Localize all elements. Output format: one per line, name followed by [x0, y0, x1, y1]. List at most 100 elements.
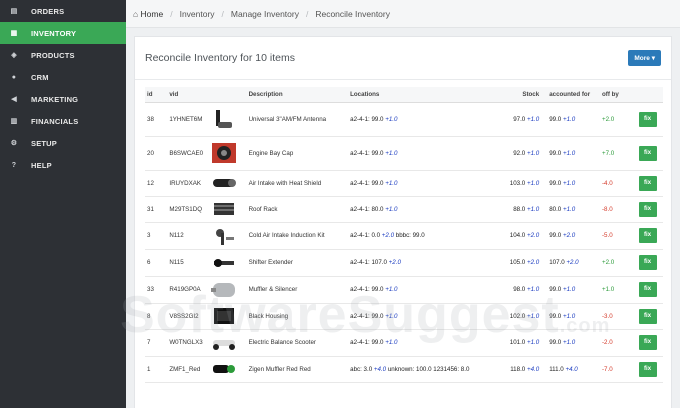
cell-image: [207, 249, 247, 277]
sidebar-item-products[interactable]: ◈ PRODUCTS: [0, 44, 126, 66]
more-button[interactable]: More ▾: [628, 50, 661, 66]
accounted-increment: +4.0: [565, 365, 578, 373]
fix-button[interactable]: fix: [638, 308, 657, 324]
app: ▤ ORDERS ▦ INVENTORY ◈ PRODUCTS ● CRM ◀ MARKETING…: [0, 0, 680, 408]
location-increment: +1.0: [385, 205, 398, 213]
cell-id: 6: [145, 249, 168, 277]
breadcrumb-separator: /: [170, 8, 173, 19]
col-id: id: [145, 87, 168, 103]
accounted-increment: +2.0: [562, 232, 576, 239]
table-row: 12 IRUYDXAK Air Intake with Heat Shield a2-…: [145, 170, 663, 197]
sidebar-item-inventory[interactable]: ▦ INVENTORY: [0, 22, 126, 44]
cell-image: [207, 136, 247, 171]
sidebar-item-setup[interactable]: ⚙ SETUP: [0, 132, 126, 154]
location-value: a2-4-1: 99.0: [350, 286, 384, 293]
cell-accounted-for: 107.0 +2.0: [547, 249, 600, 277]
location-extra: unknown: 100.0 1231456: 8.0: [387, 365, 470, 373]
cell-locations: a2-4-1: 107.0 +2.0: [348, 249, 487, 277]
accounted-value: 99.0: [549, 339, 562, 346]
cell-accounted-for: 99.0 +1.0: [547, 170, 600, 197]
stock-value: 98.0: [513, 286, 526, 293]
cell-locations: a2-4-1: 99.0 +1.0: [348, 276, 487, 304]
sidebar-item-financials[interactable]: ▥ FINANCIALS: [0, 110, 126, 132]
cell-stock: 105.0 +2.0: [486, 249, 548, 277]
cell-stock: 98.0 +1.0: [486, 276, 548, 304]
location-value: a2-4-1: 99.0: [350, 312, 384, 320]
sidebar: ▤ ORDERS ▦ INVENTORY ◈ PRODUCTS ● CRM ◀ MARKETING…: [0, 0, 126, 408]
cell-stock: 101.0 +1.0: [486, 329, 548, 357]
location-increment: +1.0: [385, 179, 398, 187]
reconcile-table: id vid Description Locations Stock accou…: [145, 87, 663, 383]
location-increment: +4.0: [373, 365, 387, 373]
cell-locations: a2-4-1: 99.0 +1.0: [348, 102, 487, 137]
cell-description: Air Intake with Heat Shield: [246, 170, 349, 197]
cell-image: [207, 196, 247, 223]
cell-image: [207, 170, 247, 197]
table-row: 8 V8SS2GI2 Black Housing a2-4-1: 99.0 +1.0 …: [145, 303, 663, 330]
breadcrumb-manage-inventory[interactable]: Manage Inventory: [231, 9, 299, 19]
cell-vid: W0TNGLX3: [167, 329, 208, 357]
stock-value: 88.0: [513, 205, 526, 213]
cell-accounted-for: 99.0 +1.0: [547, 329, 600, 357]
main-area: ⌂ Home / Inventory / Manage Inventory / …: [126, 0, 680, 408]
breadcrumb-separator: /: [221, 8, 224, 19]
breadcrumb-inventory[interactable]: Inventory: [180, 9, 215, 19]
fix-button[interactable]: fix: [638, 282, 657, 297]
cell-stock: 92.0 +1.0: [486, 136, 548, 171]
fix-button[interactable]: fix: [638, 228, 657, 243]
location-value: a2-4-1: 99.0: [350, 339, 384, 346]
cell-description: Black Housing: [246, 303, 349, 330]
accounted-increment: +1.0: [562, 205, 576, 213]
cell-vid: V8SS2GI2: [167, 303, 208, 330]
cell-description: Universal 3"AM/FM Antenna: [246, 102, 349, 137]
accounted-increment: +1.0: [562, 115, 576, 123]
product-thumbnail: [212, 365, 235, 373]
bullhorn-icon: ◀: [11, 96, 17, 103]
stock-value: 92.0: [513, 149, 526, 157]
page-title: Reconcile Inventory for 10 items: [145, 52, 295, 64]
breadcrumb-home[interactable]: Home: [141, 9, 164, 19]
fix-button[interactable]: fix: [638, 335, 657, 350]
stock-value: 105.0: [509, 259, 526, 266]
cell-action: fix: [636, 136, 663, 171]
sidebar-item-label: FINANCIALS: [31, 116, 79, 126]
table-header-row: id vid Description Locations Stock accou…: [145, 87, 663, 103]
stock-increment: +1.0: [526, 312, 540, 320]
sidebar-item-crm[interactable]: ● CRM: [0, 66, 126, 88]
sidebar-item-orders[interactable]: ▤ ORDERS: [0, 0, 126, 22]
fix-button[interactable]: fix: [638, 175, 657, 191]
location-extra: bbbc: 99.0: [395, 232, 425, 239]
cell-locations: a2-4-1: 0.0 +2.0 bbbc: 99.0: [348, 222, 487, 250]
product-thumbnail: [215, 110, 232, 128]
fix-button[interactable]: fix: [638, 255, 657, 270]
table-row: 7 W0TNGLX3 Electric Balance Scooter a2-4-1:…: [145, 329, 663, 357]
location-value: a2-4-1: 99.0: [350, 149, 384, 157]
sidebar-item-marketing[interactable]: ◀ MARKETING: [0, 88, 126, 110]
cell-accounted-for: 99.0 +1.0: [547, 276, 600, 304]
col-action: [636, 87, 663, 103]
sidebar-item-label: INVENTORY: [31, 28, 77, 38]
cell-vid: N112: [167, 222, 208, 250]
cell-accounted-for: 99.0 +2.0: [547, 222, 600, 250]
cell-off-by: +2.0: [600, 102, 637, 137]
home-icon[interactable]: ⌂: [133, 9, 138, 19]
cell-description: Engine Bay Cap: [246, 136, 349, 171]
location-value: a2-4-1: 80.0: [350, 205, 384, 213]
fix-button[interactable]: fix: [638, 111, 657, 127]
gear-icon: ⚙: [10, 140, 18, 147]
accounted-value: 99.0: [549, 115, 562, 123]
fix-button[interactable]: fix: [638, 201, 657, 217]
cell-id: 12: [145, 170, 168, 197]
fix-button[interactable]: fix: [638, 145, 657, 161]
stock-value: 118.0: [510, 365, 526, 373]
product-thumbnail: [215, 228, 234, 245]
table-row: 33 R419GP0A Muffler & Silencer a2-4-1: 99.0…: [145, 276, 663, 304]
cell-action: fix: [636, 303, 663, 330]
location-increment: +1.0: [385, 339, 398, 346]
fix-button[interactable]: fix: [638, 361, 657, 377]
accounted-value: 99.0: [549, 312, 562, 320]
sidebar-item-help[interactable]: ? HELP: [0, 154, 126, 176]
location-increment: +2.0: [381, 232, 395, 239]
accounted-increment: +1.0: [562, 149, 576, 157]
table-row: 6 N115 Shifter Extender a2-4-1: 107.0 +2.0 …: [145, 249, 663, 277]
